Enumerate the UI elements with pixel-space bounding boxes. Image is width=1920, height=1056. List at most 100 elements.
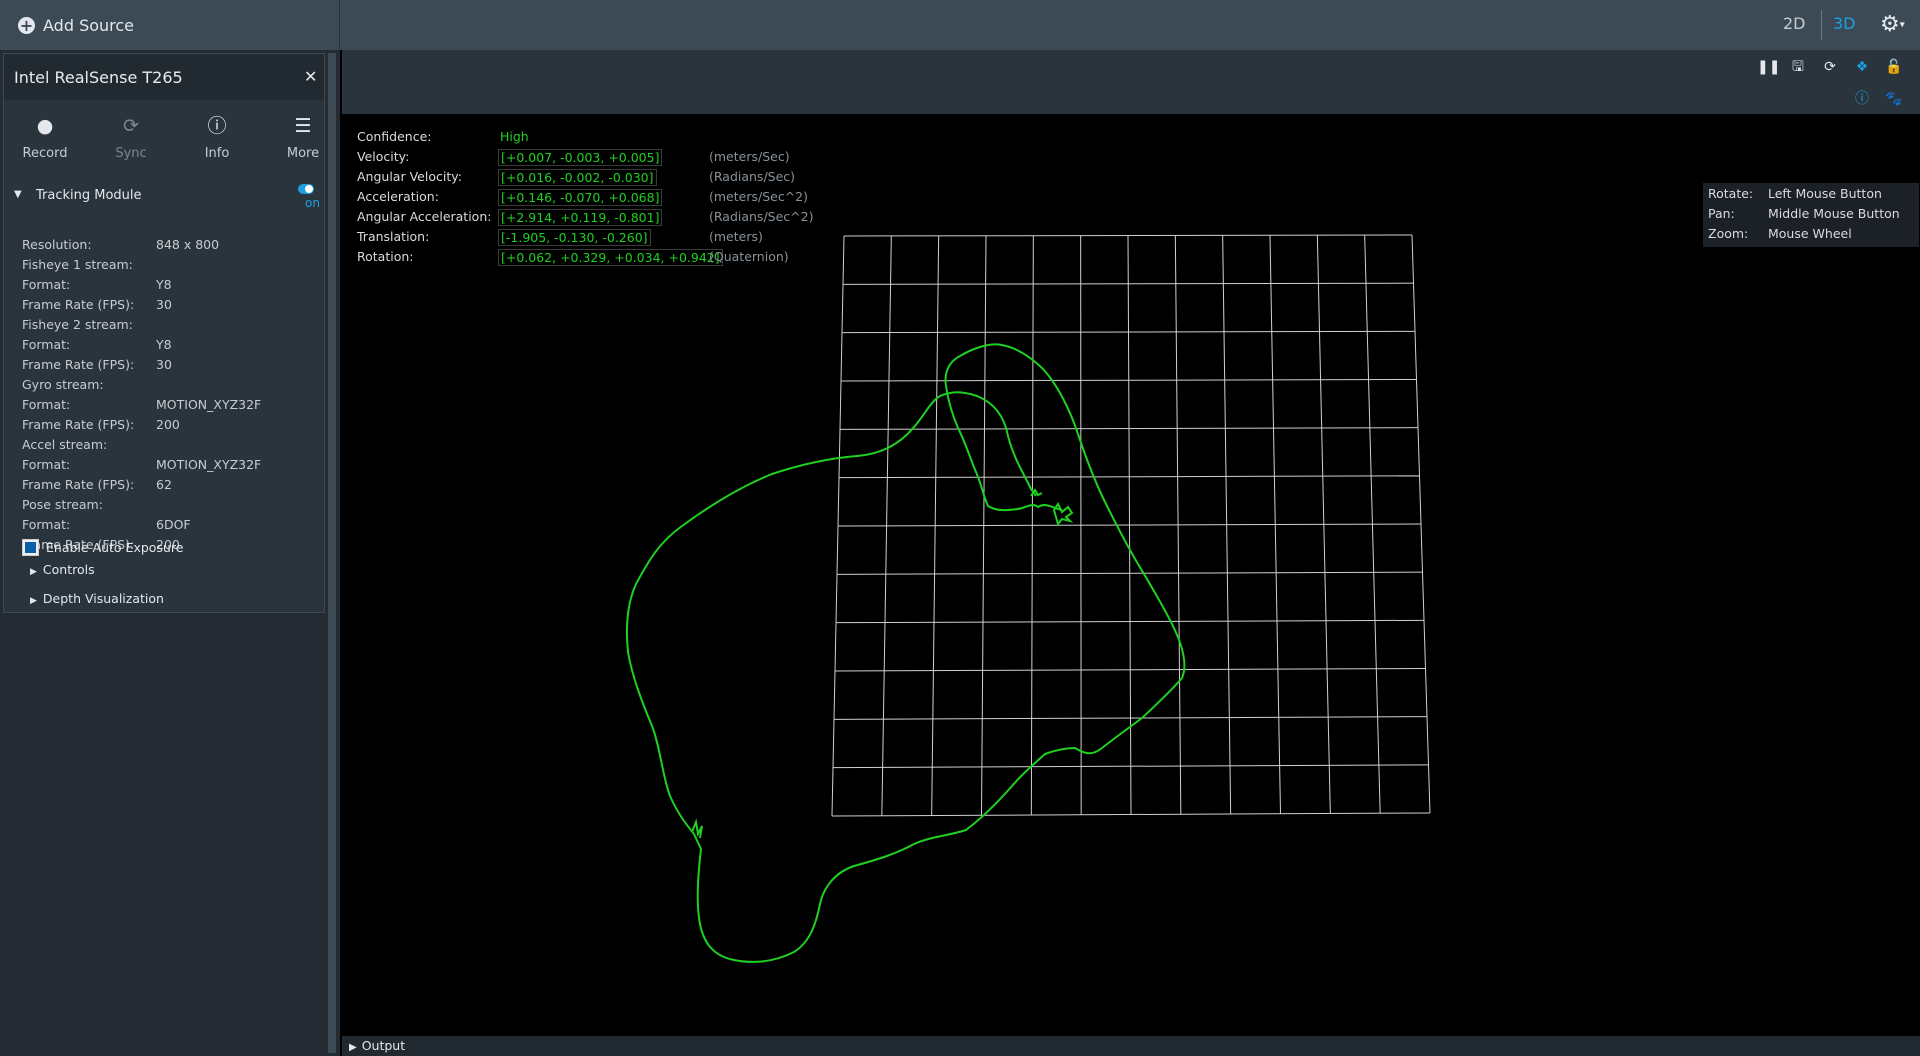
property-key: Accel stream:: [22, 437, 108, 452]
help-value: Middle Mouse Button: [1768, 206, 1900, 221]
module-name: Tracking Module: [36, 188, 142, 203]
help-key: Zoom:: [1708, 226, 1749, 241]
add-source-button[interactable]: + Add Source: [18, 13, 134, 37]
output-bar: ▶ Output: [342, 1036, 1920, 1056]
property-row: Format: MOTION_XYZ32F: [22, 457, 322, 477]
property-key: Format:: [22, 397, 71, 412]
telemetry-row: Translation: [-1.905, -0.130, -0.260] (met…: [357, 229, 817, 249]
telemetry-label: Angular Acceleration:: [357, 209, 492, 224]
tracking-module-row[interactable]: ▼ Tracking Module on: [4, 184, 324, 214]
expand-triangle-icon: ▶: [30, 567, 37, 577]
device-title: Intel RealSense T265: [14, 68, 183, 87]
property-row: Format: Y8: [22, 277, 322, 297]
telemetry-unit: (Radians/Sec): [709, 169, 796, 184]
depth-visualization-label: Depth Visualization: [42, 591, 164, 606]
floor-grid: [831, 234, 1431, 817]
property-value: 30: [156, 357, 172, 372]
info-label: Info: [204, 146, 230, 161]
close-icon[interactable]: ✕: [304, 67, 317, 86]
help-value: Left Mouse Button: [1768, 186, 1882, 201]
info-button[interactable]: ⓘ Info: [182, 114, 252, 161]
property-value: 200: [156, 417, 180, 432]
telemetry-row: Velocity: [+0.007, -0.003, +0.005] (meters…: [357, 149, 817, 169]
telemetry-value: [+2.914, +0.119, -0.801]: [498, 209, 663, 226]
property-row: Format: 6DOF: [22, 517, 322, 537]
output-label: Output: [361, 1038, 406, 1053]
telemetry-label: Confidence:: [357, 129, 432, 144]
expand-triangle-icon: ▶: [30, 596, 37, 606]
settings-gear-icon[interactable]: ⚙▾: [1880, 12, 1905, 37]
telemetry-unit: (meters/Sec): [709, 149, 790, 164]
module-state-label: on: [305, 196, 320, 210]
telemetry-value: [+0.062, +0.329, +0.034, +0.942]: [498, 249, 723, 266]
property-key: Resolution:: [22, 237, 92, 252]
property-key: Fisheye 2 stream:: [22, 317, 133, 332]
view-separator: [1821, 10, 1822, 40]
telemetry-unit: (meters): [709, 229, 763, 244]
collapse-triangle-icon[interactable]: ▼: [14, 189, 22, 200]
trajectory-path: [625, 343, 1186, 963]
property-row: Frame Rate (FPS): 30: [22, 297, 322, 317]
controls-help-box: Rotate: Left Mouse Button Pan: Middle Mouse…: [1703, 183, 1919, 247]
telemetry-value: [-1.905, -0.130, -0.260]: [498, 229, 651, 246]
auto-exposure-label: Enable Auto Exposure: [46, 539, 184, 555]
telemetry-row: Angular Acceleration: [+2.914, +0.119, -0…: [357, 209, 817, 229]
help-key: Pan:: [1708, 206, 1735, 221]
save-icon[interactable]: 🖫: [1789, 58, 1807, 76]
sync-button[interactable]: ⟳ Sync: [96, 114, 166, 161]
telemetry-value: [+0.146, -0.070, +0.068]: [498, 189, 663, 206]
property-row: Frame Rate (FPS): 30: [22, 357, 322, 377]
trajectory-jitter-mid: [691, 818, 703, 839]
telemetry-label: Angular Velocity:: [357, 169, 462, 184]
trajectory-jitter-end: [1052, 502, 1074, 527]
telemetry-label: Translation:: [357, 229, 430, 244]
info-icon[interactable]: ⓘ: [1853, 90, 1871, 108]
record-label: Record: [22, 146, 68, 161]
checkbox-checked-icon[interactable]: [22, 538, 39, 556]
telemetry-unit: (meters/Sec^2): [709, 189, 808, 204]
expand-triangle-icon: ▶: [349, 1042, 357, 1053]
topbar-divider: [339, 0, 340, 50]
help-key: Rotate:: [1708, 186, 1754, 201]
record-button[interactable]: ● Record: [10, 114, 80, 161]
controls-section[interactable]: ▶ Controls: [30, 562, 95, 577]
info-icon: ⓘ: [207, 115, 227, 137]
property-value: 848 x 800: [156, 237, 220, 252]
property-value: 6DOF: [156, 517, 191, 532]
add-source-label: Add Source: [43, 15, 135, 35]
property-row: Accel stream:: [22, 437, 322, 457]
property-key: Gyro stream:: [22, 377, 104, 392]
property-key: Format:: [22, 457, 71, 472]
cubes-icon[interactable]: ❖: [1853, 58, 1871, 76]
property-row: Frame Rate (FPS): 62: [22, 477, 322, 497]
property-value: MOTION_XYZ32F: [156, 397, 262, 412]
module-toggle-switch[interactable]: [298, 184, 314, 194]
property-key: Frame Rate (FPS):: [22, 477, 135, 492]
3d-viewport[interactable]: ❚❚ 🖫 ⟳ ❖ 🔓 ⓘ 🐾 Confidence: High Velocity: […: [342, 50, 1920, 1036]
refresh-icon[interactable]: ⟳: [1821, 58, 1839, 76]
telemetry-label: Velocity:: [357, 149, 410, 164]
property-key: Format:: [22, 517, 71, 532]
sync-label: Sync: [115, 146, 147, 161]
view-2d-button[interactable]: 2D: [1783, 14, 1806, 33]
device-panel: Intel RealSense T265 ✕ ● Record ⟳ Sync ⓘ…: [3, 53, 325, 613]
paw-icon[interactable]: 🐾: [1885, 90, 1903, 108]
auto-exposure-checkbox[interactable]: Enable Auto Exposure: [22, 537, 183, 557]
help-value: Mouse Wheel: [1768, 226, 1852, 241]
telemetry-row: Confidence: High: [357, 129, 817, 149]
depth-visualization-section[interactable]: ▶ Depth Visualization: [30, 591, 164, 606]
telemetry-value: [+0.007, -0.003, +0.005]: [498, 149, 663, 166]
pause-icon[interactable]: ❚❚: [1757, 58, 1780, 76]
viewport-toolbar: ❚❚ 🖫 ⟳ ❖ 🔓 ⓘ 🐾: [342, 50, 1920, 114]
unlock-icon[interactable]: 🔓: [1885, 58, 1903, 76]
controls-label: Controls: [42, 562, 95, 577]
view-3d-button[interactable]: 3D: [1833, 14, 1856, 33]
property-key: Format:: [22, 337, 71, 352]
property-row: Format: Y8: [22, 337, 322, 357]
sidebar-scrollbar[interactable]: [328, 53, 336, 1053]
telemetry-row: Acceleration: [+0.146, -0.070, +0.068] (me…: [357, 189, 817, 209]
sidebar: Intel RealSense T265 ✕ ● Record ⟳ Sync ⓘ…: [0, 50, 340, 1056]
telemetry-row: Rotation: [+0.062, +0.329, +0.034, +0.942…: [357, 249, 817, 269]
property-key: Format:: [22, 277, 71, 292]
output-toggle[interactable]: ▶ Output: [349, 1038, 405, 1053]
